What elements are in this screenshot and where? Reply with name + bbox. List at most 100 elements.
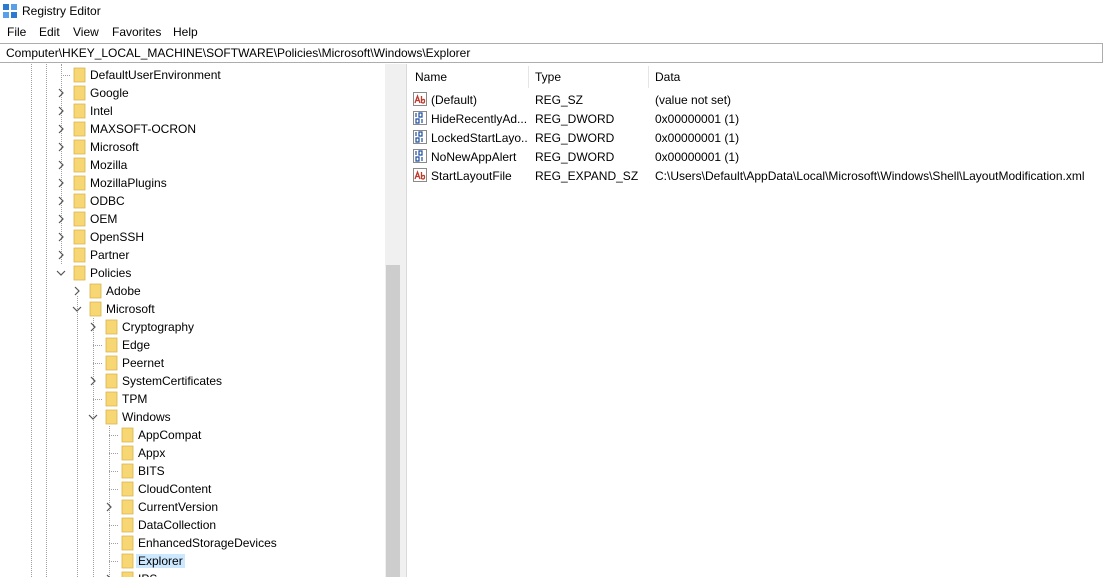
cell-data: C:\Users\Default\AppData\Local\Microsoft… [655,169,1085,183]
tree-item-label: Microsoft [90,140,139,154]
tree-item[interactable]: AppCompat [0,426,385,444]
table-row[interactable]: StartLayoutFile REG_EXPAND_SZ C:\Users\Def… [407,166,1104,185]
chevron-right-icon[interactable] [55,249,67,261]
folder-icon [73,85,86,101]
menu-view[interactable]: View [73,25,99,39]
tree-item[interactable]: Edge [0,336,385,354]
tree-item-label: IPS [138,572,157,577]
menu-help[interactable]: Help [173,25,198,39]
chevron-right-icon[interactable] [55,159,67,171]
cell-type: REG_SZ [535,93,584,107]
folder-icon [73,67,86,83]
chevron-right-icon[interactable] [55,177,67,189]
registry-tree[interactable]: DefaultUserEnvironment Google Intel MAXSOFT… [0,64,400,577]
chevron-right-icon[interactable] [55,141,67,153]
chevron-right-icon[interactable] [103,501,115,513]
tree-item[interactable]: Microsoft [0,138,385,156]
tree-item[interactable]: IPS [0,570,385,577]
tree-item-label: Mozilla [90,158,128,172]
tree-guide-line [93,345,102,346]
folder-icon [73,175,86,191]
tree-item[interactable]: BITS [0,462,385,480]
column-header-type[interactable]: Type [535,70,561,84]
chevron-right-icon[interactable] [103,573,115,577]
column-header-data[interactable]: Data [655,70,680,84]
tree-item[interactable]: TPM [0,390,385,408]
folder-icon [73,103,86,119]
tree-item[interactable]: OpenSSH [0,228,385,246]
tree-item-label: Edge [122,338,151,352]
values-list[interactable]: Name Type Data (Default) REG_SZ (value not… [407,64,1104,577]
binary-value-icon [413,149,427,163]
address-bar[interactable]: Computer\HKEY_LOCAL_MACHINE\SOFTWARE\Pol… [0,43,1103,63]
tree-item-label: OpenSSH [90,230,145,244]
cell-data: 0x00000001 (1) [655,112,740,126]
folder-icon [73,157,86,173]
tree-item-label: Cryptography [122,320,195,334]
tree-item[interactable]: Mozilla [0,156,385,174]
folder-icon [73,193,86,209]
folder-icon [121,499,134,515]
tree-item[interactable]: Windows [0,408,385,426]
tree-item[interactable]: SystemCertificates [0,372,385,390]
tree-item[interactable]: Explorer [0,552,385,570]
menu-edit[interactable]: Edit [39,25,60,39]
tree-item[interactable]: MAXSOFT-OCRON [0,120,385,138]
folder-icon [121,517,134,533]
tree-guide-line [109,543,118,544]
tree-item[interactable]: OEM [0,210,385,228]
chevron-right-icon[interactable] [55,195,67,207]
tree-item[interactable]: Adobe [0,282,385,300]
title-bar: Registry Editor [0,0,1104,22]
tree-item[interactable]: EnhancedStorageDevices [0,534,385,552]
chevron-down-icon[interactable] [87,411,99,423]
tree-item[interactable]: DefaultUserEnvironment [0,66,385,84]
chevron-right-icon[interactable] [55,123,67,135]
tree-scrollbar-thumb[interactable] [386,265,400,577]
table-row[interactable]: NoNewAppAlert REG_DWORD 0x00000001 (1) [407,147,1104,166]
chevron-right-icon[interactable] [55,105,67,117]
tree-item[interactable]: Microsoft [0,300,385,318]
table-row[interactable]: (Default) REG_SZ (value not set) [407,90,1104,109]
column-header-name[interactable]: Name [415,70,447,84]
table-row[interactable]: HideRecentlyAd... REG_DWORD 0x00000001 (1) [407,109,1104,128]
menu-favorites[interactable]: Favorites [112,25,161,39]
chevron-right-icon[interactable] [71,285,83,297]
chevron-right-icon[interactable] [55,231,67,243]
registry-editor-icon [3,4,17,18]
tree-item[interactable]: DataCollection [0,516,385,534]
tree-item[interactable]: Appx [0,444,385,462]
tree-item-label: OEM [90,212,118,226]
tree-item-label: Peernet [122,356,165,370]
table-row[interactable]: LockedStartLayo... REG_DWORD 0x00000001 (1… [407,128,1104,147]
tree-item[interactable]: MozillaPlugins [0,174,385,192]
folder-icon [73,211,86,227]
chevron-down-icon[interactable] [71,303,83,315]
tree-item[interactable]: CurrentVersion [0,498,385,516]
tree-item[interactable]: ODBC [0,192,385,210]
chevron-right-icon[interactable] [87,375,99,387]
folder-icon [105,391,118,407]
menu-file[interactable]: File [7,25,26,39]
tree-item[interactable]: Google [0,84,385,102]
tree-item[interactable]: Policies [0,264,385,282]
column-divider[interactable] [528,66,529,88]
chevron-down-icon[interactable] [55,267,67,279]
tree-guide-line [109,453,118,454]
chevron-right-icon[interactable] [55,213,67,225]
chevron-right-icon[interactable] [55,87,67,99]
tree-guide-line [109,489,118,490]
folder-icon [73,139,86,155]
cell-name: HideRecentlyAd... [431,112,527,126]
tree-item-label: SystemCertificates [122,374,223,388]
tree-item-label: Explorer [136,554,185,568]
column-divider[interactable] [648,66,649,88]
tree-item[interactable]: Intel [0,102,385,120]
tree-item-label: CurrentVersion [138,500,219,514]
chevron-right-icon[interactable] [87,321,99,333]
tree-item[interactable]: Peernet [0,354,385,372]
tree-item[interactable]: CloudContent [0,480,385,498]
tree-item[interactable]: Cryptography [0,318,385,336]
folder-icon [105,373,118,389]
tree-item[interactable]: Partner [0,246,385,264]
